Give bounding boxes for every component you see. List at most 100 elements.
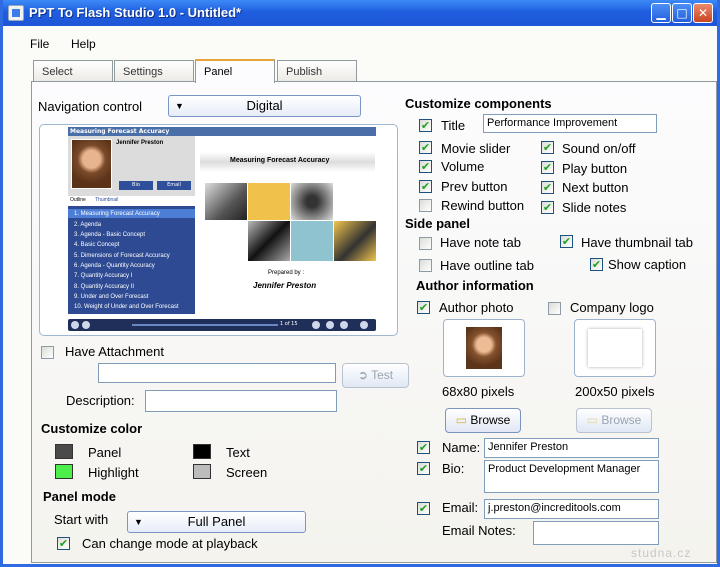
list-item: 8. Quantity Accuracy II — [74, 284, 135, 290]
list-item: 10. Weight of Under and Over Forecast — [74, 304, 179, 310]
movie-slider-label: Movie slider — [441, 141, 511, 156]
have-note-tab-label: Have note tab — [440, 235, 521, 250]
show-caption-checkbox[interactable]: ✔ — [590, 258, 603, 271]
list-item: 6. Agenda - Quantity Accuracy — [74, 263, 155, 269]
have-note-tab-checkbox[interactable] — [419, 237, 432, 250]
preview-slide-title: Measuring Forecast Accuracy — [230, 157, 330, 164]
sound-on-off-label: Sound on/off — [562, 141, 636, 156]
panel-mode-title: Panel mode — [43, 489, 116, 504]
author-information-title: Author information — [416, 278, 534, 293]
author-photo-box[interactable] — [443, 319, 525, 377]
test-button[interactable]: ➲ Test — [342, 363, 409, 388]
navigation-control-value: Digital — [246, 98, 283, 113]
bio-input[interactable]: Product Development Manager — [484, 460, 659, 493]
highlight-color-swatch[interactable] — [55, 464, 73, 479]
start-with-value: Full Panel — [187, 514, 246, 529]
play-button-label: Play button — [562, 161, 628, 176]
movie-slider-checkbox[interactable]: ✔ — [419, 141, 432, 154]
prev-button-label: Prev button — [441, 179, 508, 194]
list-item: 7. Quantity Accuracy I — [74, 273, 133, 279]
author-photo-image — [466, 327, 502, 369]
preview-outline-list: 1. Measuring Forecast Accuracy 2. Agenda… — [68, 206, 195, 314]
play-button-checkbox[interactable]: ✔ — [541, 161, 554, 174]
preview-volume-icon — [82, 321, 90, 329]
list-item: 3. Agenda - Basic Concept — [74, 232, 146, 238]
company-logo-box[interactable] — [574, 319, 656, 377]
minimize-button[interactable]: ▁ — [651, 3, 671, 23]
preview-next-icon — [340, 321, 348, 329]
tab-publish[interactable]: Publish — [277, 60, 357, 81]
prev-button-checkbox[interactable]: ✔ — [419, 180, 432, 193]
next-button-label: Next button — [562, 180, 629, 195]
email-input[interactable]: j.preston@increditools.com — [484, 499, 659, 519]
screen-color-swatch[interactable] — [193, 464, 211, 479]
panel-color-swatch[interactable] — [55, 444, 73, 459]
list-item: 1. Measuring Forecast Accuracy — [74, 211, 160, 217]
preview-tab-outline: Outline — [70, 197, 86, 203]
start-with-label: Start with — [54, 512, 109, 527]
email-notes-input[interactable] — [533, 521, 659, 545]
text-color-swatch[interactable] — [193, 444, 211, 459]
preview-email-button: Email — [157, 181, 191, 190]
list-item: 9. Under and Over Forecast — [74, 294, 149, 300]
preview-bio-button: Bio — [119, 181, 153, 190]
panel-preview: Measuring Forecast Accuracy Jennifer Pre… — [39, 124, 398, 336]
next-button-checkbox[interactable]: ✔ — [541, 181, 554, 194]
company-logo-checkbox[interactable] — [548, 302, 561, 315]
folder-icon: ▭ — [586, 413, 602, 427]
panel-color-label: Panel — [88, 445, 122, 460]
preview-prev-icon — [312, 321, 320, 329]
preview-notes-icon — [360, 321, 368, 329]
author-photo-label: Author photo — [439, 300, 514, 315]
customize-components-title: Customize components — [405, 96, 552, 111]
preview-page-indicator: 1 of 15 — [280, 321, 298, 327]
tab-panel[interactable]: Panel — [195, 59, 275, 83]
preview-pause-icon — [326, 321, 334, 329]
can-change-mode-checkbox[interactable]: ✔ — [57, 537, 70, 550]
maximize-button[interactable]: □ — [672, 3, 692, 23]
preview-presenter: Jennifer Preston — [253, 281, 317, 290]
company-logo-label: Company logo — [570, 300, 654, 315]
menu-help[interactable]: Help — [71, 37, 96, 51]
show-caption-label: Show caption — [608, 257, 687, 272]
have-thumbnail-tab-checkbox[interactable]: ✔ — [560, 235, 573, 248]
slide-notes-checkbox[interactable]: ✔ — [541, 201, 554, 214]
close-button[interactable]: ✕ — [693, 3, 713, 23]
description-input[interactable] — [145, 390, 337, 412]
menu-file[interactable]: File — [30, 37, 49, 51]
preview-slide-image — [248, 183, 290, 220]
screen-color-label: Screen — [226, 465, 268, 480]
text-color-label: Text — [226, 445, 250, 460]
title-input[interactable]: Performance Improvement — [483, 114, 657, 133]
folder-icon: ▭ — [455, 413, 471, 427]
highlight-color-label: Highlight — [88, 465, 139, 480]
name-checkbox[interactable]: ✔ — [417, 441, 430, 454]
sound-on-off-checkbox[interactable]: ✔ — [541, 141, 554, 154]
app-window: PPT To Flash Studio 1.0 - Untitled* ▁ □ … — [0, 0, 720, 567]
tab-settings[interactable]: Settings — [114, 60, 194, 81]
title-checkbox[interactable]: ✔ — [419, 119, 432, 132]
browse-photo-button[interactable]: ▭ Browse — [445, 408, 521, 433]
tab-select[interactable]: Select — [33, 60, 113, 81]
navigation-control-select[interactable]: ▼ Digital — [168, 95, 361, 117]
browse-logo-button[interactable]: ▭ Browse — [576, 408, 652, 433]
preview-slide-image — [205, 183, 247, 220]
customize-color-title: Customize color — [41, 421, 143, 436]
volume-checkbox[interactable]: ✔ — [419, 160, 432, 173]
bio-checkbox[interactable]: ✔ — [417, 462, 430, 475]
preview-slide-image — [248, 221, 290, 261]
description-label: Description: — [66, 393, 135, 408]
attachment-path-input[interactable] — [98, 363, 336, 383]
email-checkbox[interactable]: ✔ — [417, 502, 430, 515]
have-attachment-checkbox[interactable] — [41, 346, 54, 359]
author-photo-checkbox[interactable]: ✔ — [417, 301, 430, 314]
rewind-button-checkbox[interactable] — [419, 199, 432, 212]
app-icon — [8, 5, 24, 21]
name-input[interactable]: Jennifer Preston — [484, 438, 659, 458]
list-item: 4. Basic Concept — [74, 242, 120, 248]
title-bar[interactable]: PPT To Flash Studio 1.0 - Untitled* ▁ □ … — [3, 0, 717, 26]
have-outline-tab-checkbox[interactable] — [419, 259, 432, 272]
start-with-select[interactable]: ▼ Full Panel — [127, 511, 306, 533]
list-item: 2. Agenda — [74, 222, 102, 228]
company-logo-size: 200x50 pixels — [575, 384, 655, 399]
